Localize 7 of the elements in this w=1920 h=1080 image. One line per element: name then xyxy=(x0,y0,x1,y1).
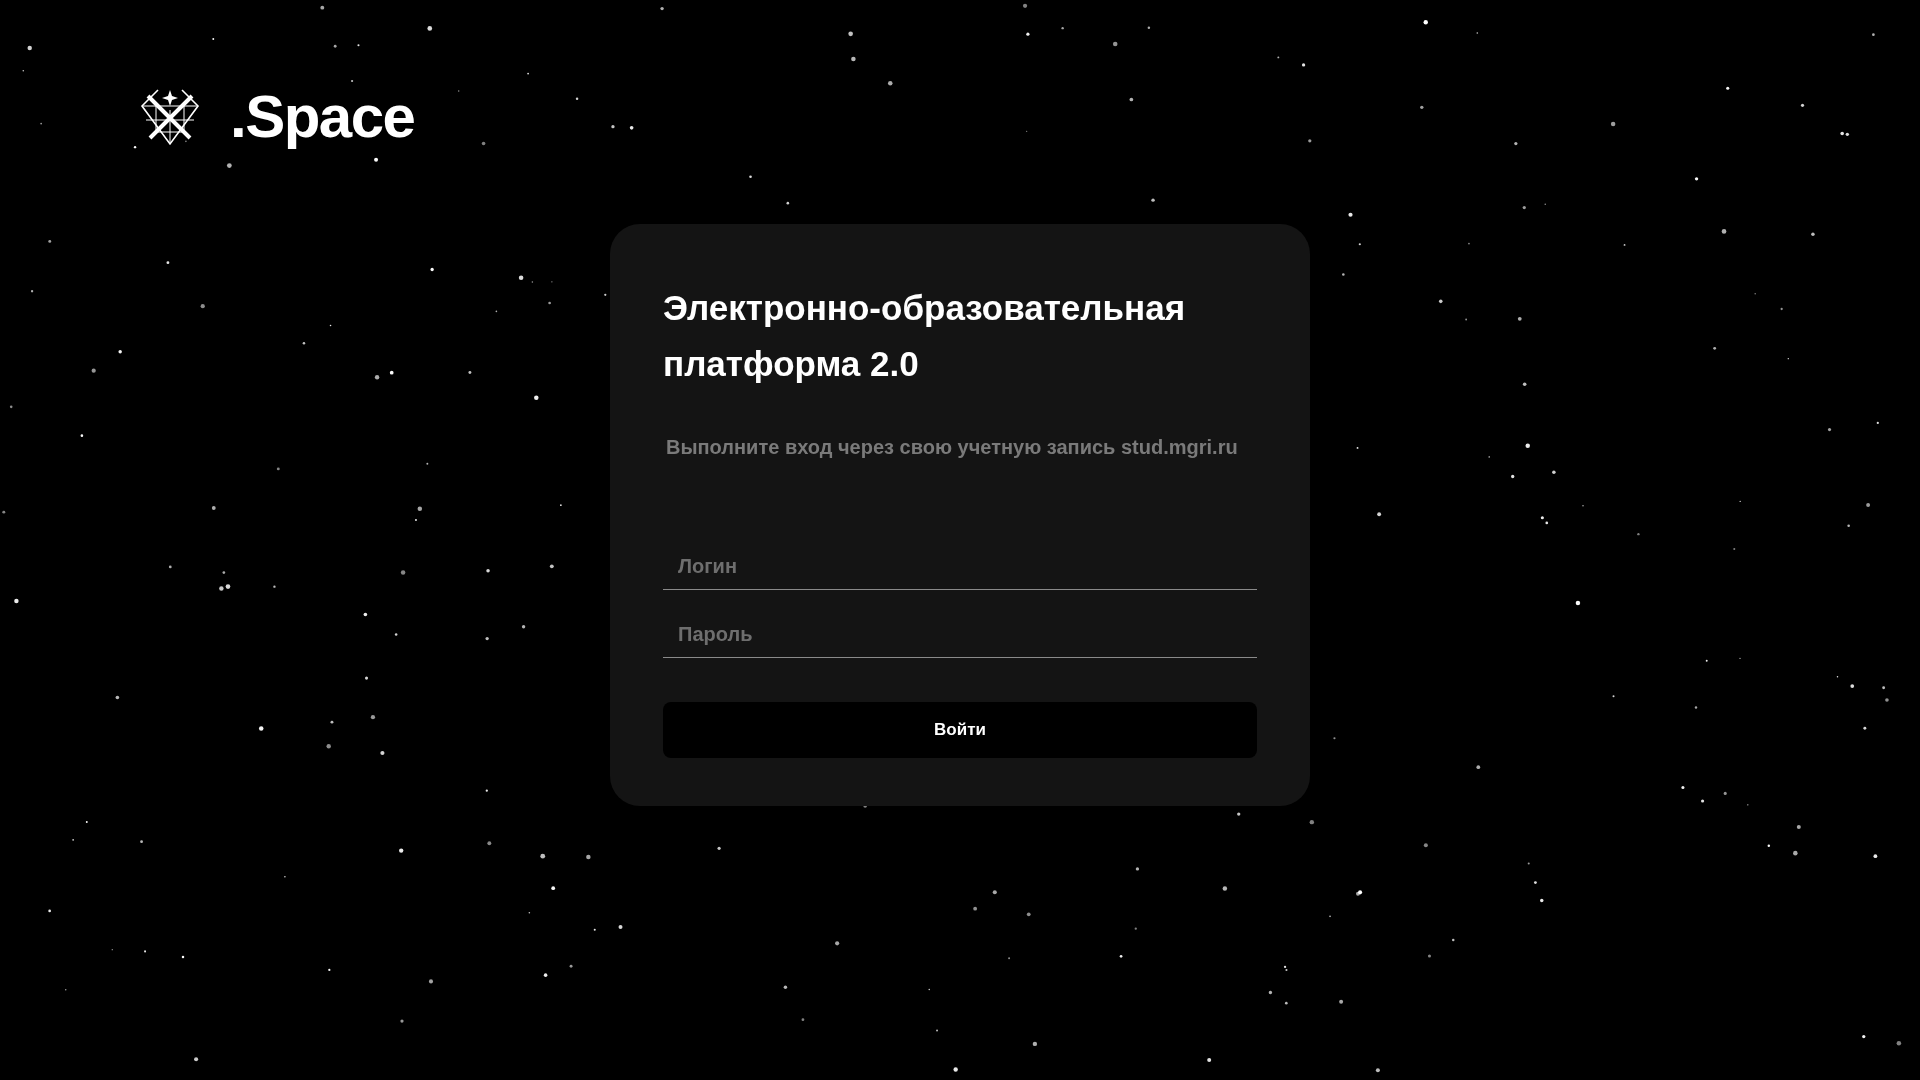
card-title: Электронно-образовательная платформа 2.0 xyxy=(663,287,1187,385)
logo-icon xyxy=(138,86,202,148)
login-button[interactable]: Войти xyxy=(663,702,1257,758)
logo-text: .Space xyxy=(230,87,415,147)
input-field[interactable]: Пароль xyxy=(663,612,1257,658)
input-field[interactable]: Логин xyxy=(663,544,1257,590)
card-subtitle: Выполните вход через свою учетную запись stud.mgri.ru xyxy=(665,435,1239,460)
